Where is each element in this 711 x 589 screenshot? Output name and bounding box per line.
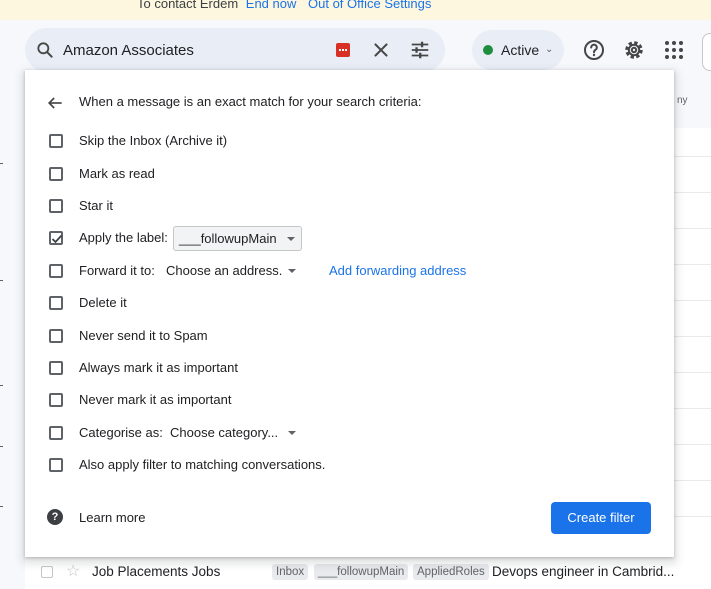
mail-sender: Job Placements Jobs — [92, 564, 221, 579]
label-select-value: ___followupMain — [179, 231, 277, 246]
row-divider — [674, 300, 711, 301]
row-checkbox[interactable] — [41, 566, 53, 578]
row-divider — [674, 372, 711, 373]
label-chip-inbox[interactable]: Inbox — [272, 564, 309, 580]
never-spam-checkbox[interactable] — [49, 329, 63, 343]
mail-row[interactable]: ☆ Job Placements Jobs Inbox ___followupM… — [25, 557, 711, 589]
apply-label-checkbox[interactable] — [49, 231, 63, 245]
categorise-checkbox[interactable] — [49, 426, 63, 440]
apply-existing-checkbox[interactable] — [49, 458, 63, 472]
search-options-icon[interactable] — [409, 39, 431, 61]
sidebar-edge-mark — [0, 506, 3, 507]
option-forward: Forward it to: Choose an address. Add fo… — [25, 259, 674, 283]
option-mark-read: Mark as read — [25, 162, 674, 186]
dropdown-caret-icon — [287, 237, 295, 241]
option-delete: Delete it — [25, 291, 674, 315]
skip-inbox-checkbox[interactable] — [49, 134, 63, 148]
star-icon[interactable]: ☆ — [66, 562, 80, 582]
option-star: Star it — [25, 194, 674, 218]
out-of-office-settings-link[interactable]: Out of Office Settings — [308, 0, 431, 11]
end-now-link[interactable]: End now — [246, 0, 297, 11]
option-apply-label: Apply the label: ___followupMain — [25, 226, 674, 251]
add-forwarding-address-link[interactable]: Add forwarding address — [329, 263, 466, 278]
help-circle-icon[interactable]: ? — [47, 509, 63, 525]
option-label: Always mark it as important — [79, 360, 238, 375]
search-input[interactable] — [63, 39, 343, 61]
column-label: ny — [677, 95, 688, 106]
forward-address-select[interactable]: Choose an address. — [166, 259, 299, 283]
never-important-checkbox[interactable] — [49, 393, 63, 407]
create-filter-dialog: When a message is an exact match for you… — [25, 70, 674, 557]
delete-checkbox[interactable] — [49, 296, 63, 310]
option-label: Mark as read — [79, 166, 155, 181]
option-label: Delete it — [79, 295, 127, 310]
status-dot — [483, 45, 493, 55]
option-categorise: Categorise as: Choose category... — [25, 421, 674, 445]
create-filter-button[interactable]: Create filter — [551, 502, 651, 534]
option-never-spam: Never send it to Spam — [25, 324, 674, 348]
status-chip[interactable]: Active ⌄ — [472, 30, 564, 70]
option-label: Categorise as: — [79, 425, 163, 440]
row-divider — [674, 156, 711, 157]
option-label: Star it — [79, 198, 113, 213]
help-icon[interactable] — [582, 38, 606, 62]
account-button[interactable] — [702, 33, 711, 71]
dropdown-caret-icon — [288, 269, 296, 273]
sidebar-edge-mark — [0, 163, 3, 164]
dialog-header: When a message is an exact match for you… — [79, 94, 422, 109]
row-divider — [674, 228, 711, 229]
mail-subject: Devops engineer in Cambrid... — [492, 564, 675, 579]
extension-icon[interactable] — [336, 43, 350, 57]
out-of-office-banner: To contact Erdem End now Out of Office S… — [0, 0, 711, 20]
banner-text: To contact Erdem — [137, 0, 239, 11]
sidebar-edge-mark — [0, 280, 3, 281]
back-arrow-icon[interactable] — [45, 93, 65, 113]
dropdown-caret-icon — [288, 431, 296, 435]
label-chip-followup[interactable]: ___followupMain — [314, 564, 409, 580]
option-label: Skip the Inbox (Archive it) — [79, 133, 228, 148]
checkmark-icon — [51, 234, 63, 244]
background-mail-list — [674, 128, 711, 568]
sidebar-edge-mark — [0, 446, 3, 447]
close-icon[interactable] — [370, 39, 392, 61]
option-label: Never send it to Spam — [79, 328, 208, 343]
learn-more-link[interactable]: Learn more — [79, 510, 145, 525]
apps-grid-icon[interactable] — [662, 38, 686, 62]
option-apply-existing: Also apply filter to matching conversati… — [25, 453, 674, 477]
row-divider — [674, 264, 711, 265]
row-divider — [674, 408, 711, 409]
mark-read-checkbox[interactable] — [49, 167, 63, 181]
row-divider — [674, 192, 711, 193]
forward-address-value: Choose an address. — [166, 263, 283, 278]
search-icon[interactable] — [35, 40, 55, 60]
search-bar — [25, 28, 445, 72]
banner-content: To contact Erdem End now Out of Office S… — [137, 0, 431, 11]
sidebar-edge-mark — [0, 385, 3, 386]
star-checkbox[interactable] — [49, 199, 63, 213]
option-label: Forward it to: — [79, 263, 155, 278]
option-always-important: Always mark it as important — [25, 356, 674, 380]
label-chip-applied-roles[interactable]: AppliedRoles — [413, 564, 489, 580]
always-important-checkbox[interactable] — [49, 361, 63, 375]
row-divider — [674, 444, 711, 445]
option-label: Apply the label: — [79, 230, 168, 245]
option-label: Also apply filter to matching conversati… — [79, 457, 326, 472]
option-label: Never mark it as important — [79, 392, 232, 407]
status-label: Active — [501, 42, 540, 58]
option-skip-inbox: Skip the Inbox (Archive it) — [25, 129, 674, 153]
category-select[interactable]: Choose category... — [170, 421, 299, 445]
option-never-important: Never mark it as important — [25, 388, 674, 412]
label-select[interactable]: ___followupMain — [173, 226, 302, 251]
row-divider — [674, 516, 711, 517]
forward-checkbox[interactable] — [49, 264, 63, 278]
chevron-down-icon: ⌄ — [545, 44, 554, 55]
row-divider — [674, 336, 711, 337]
gear-icon[interactable] — [622, 38, 646, 62]
category-select-value: Choose category... — [170, 425, 279, 440]
row-divider — [674, 480, 711, 481]
